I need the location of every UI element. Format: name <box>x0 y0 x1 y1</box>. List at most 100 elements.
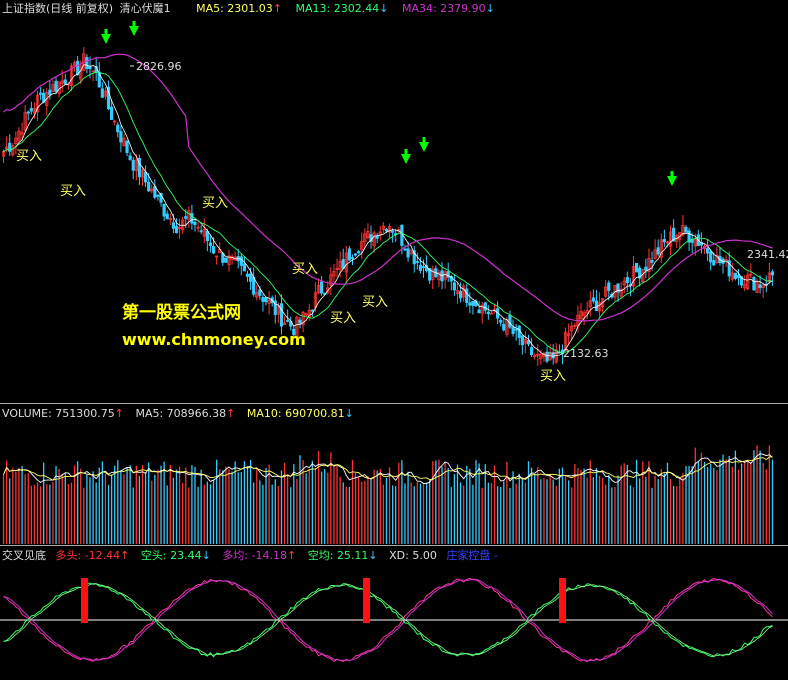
candle-body <box>347 248 352 261</box>
candle-body <box>264 297 268 303</box>
buy-signal-label: 买入 <box>16 149 42 164</box>
candle-body <box>221 253 225 263</box>
candle-body <box>184 216 188 219</box>
candle-body <box>224 257 228 263</box>
candle-body <box>199 230 203 233</box>
candle-body <box>375 235 379 239</box>
candle-body <box>662 239 666 243</box>
candle-body <box>85 57 89 70</box>
candle-body <box>110 106 114 120</box>
chart-canvas: 买入买入买入买入买入买入买入 2826.96 2132.63 2341.42 <box>0 21 788 663</box>
candle-body <box>650 260 654 263</box>
candle-body <box>39 92 43 95</box>
candle-body <box>634 262 639 273</box>
candle-body <box>418 264 423 271</box>
ma34-line <box>3 53 773 322</box>
candle-body <box>128 155 132 160</box>
candle-body <box>712 260 716 266</box>
candle-body <box>517 325 521 338</box>
candle-body <box>508 314 512 328</box>
candle-body <box>165 213 169 220</box>
sell-arrow-stem <box>132 21 136 27</box>
sell-arrow-icon <box>401 154 411 164</box>
candle-body <box>193 221 197 226</box>
candle-body <box>770 271 775 276</box>
candle-body <box>421 266 426 269</box>
buy-signal-label: 买入 <box>292 262 318 277</box>
candle-body <box>452 282 456 291</box>
candle-body <box>736 275 741 278</box>
candle-body <box>147 181 151 192</box>
candle-body <box>471 300 475 306</box>
volume-panel <box>2 445 774 544</box>
candle-body <box>514 328 518 331</box>
candle-body <box>245 273 250 277</box>
candle-body <box>468 302 472 306</box>
candle-body <box>279 303 284 327</box>
candle-body <box>644 266 648 271</box>
candle-body <box>758 284 762 289</box>
candle-body <box>171 222 175 229</box>
candle-body <box>153 186 157 198</box>
candle-body <box>391 230 395 233</box>
candle-body <box>403 248 407 251</box>
candle-body <box>88 66 92 70</box>
candle-body <box>384 228 389 232</box>
candle-body <box>119 131 123 143</box>
candle-body <box>248 273 253 282</box>
candle-body <box>125 140 129 153</box>
candle-body <box>607 282 611 291</box>
candle-body <box>350 257 355 259</box>
high-price-label: 2826.96 <box>136 60 182 73</box>
low-price-label: 2132.63 <box>563 347 609 360</box>
candle-body <box>545 351 549 362</box>
cross-panel <box>0 577 788 663</box>
candle-body <box>656 247 660 255</box>
sell-arrow-icon <box>129 26 139 36</box>
candle-body <box>684 226 688 233</box>
candle-body <box>499 320 503 323</box>
candle-body <box>131 159 135 171</box>
candle-body <box>520 335 524 346</box>
candle-body <box>415 261 419 263</box>
sell-arrow-icon <box>419 142 429 152</box>
candle-body <box>709 251 713 263</box>
buy-signal-label: 买入 <box>330 311 356 326</box>
candle-body <box>258 289 262 296</box>
candle-body <box>353 253 358 256</box>
bottom-signal-bar <box>559 578 566 623</box>
candle-body <box>48 89 52 96</box>
ma5-line <box>3 64 773 357</box>
buy-signal-label: 买入 <box>202 196 228 211</box>
sell-arrow-stem <box>104 29 108 35</box>
buy-signal-label: 买入 <box>362 295 388 310</box>
watermark-title: 第一股票公式网 <box>122 303 241 323</box>
candle-body <box>477 309 481 314</box>
buy-signal-label: 买入 <box>540 369 566 384</box>
sell-arrow-stem <box>670 171 674 177</box>
watermark-url: www.chnmoney.com <box>122 330 306 349</box>
candle-body <box>116 124 120 133</box>
candle-body <box>706 248 710 254</box>
candle-body <box>286 319 290 322</box>
candle-body <box>752 277 756 291</box>
candle-body <box>625 277 629 283</box>
candle-body <box>529 347 534 356</box>
candle-body <box>733 272 738 279</box>
candle-body <box>357 251 361 254</box>
candle-body <box>156 194 160 197</box>
candle-body <box>320 281 324 294</box>
sell-arrow-icon <box>667 176 677 186</box>
candle-body <box>211 246 216 254</box>
vol-ma5-line <box>3 453 773 484</box>
candle-body <box>239 256 243 266</box>
candle-body <box>242 263 247 272</box>
vol-ma10-line <box>3 456 773 481</box>
candle-body <box>465 288 469 303</box>
candle-body <box>29 108 33 112</box>
bottom-signal-bar <box>81 578 88 623</box>
candle-body <box>310 309 314 312</box>
candle-body <box>143 171 148 183</box>
sell-arrow-icon <box>101 34 111 44</box>
candle-body <box>594 300 599 311</box>
